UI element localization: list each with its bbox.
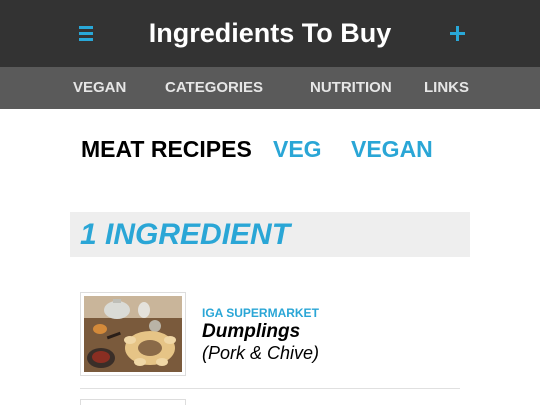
nav-item-vegan[interactable]: VEGAN (73, 67, 126, 109)
recipe-name: Dumplings (202, 321, 301, 342)
recipe-variant: (Pork & Chive) (202, 343, 320, 363)
nav-item-categories[interactable]: CATEGORIES (165, 67, 263, 109)
plus-icon[interactable] (442, 16, 472, 52)
filter-vegan[interactable]: VEGAN (351, 134, 433, 164)
next-recipe-thumbnail[interactable] (80, 399, 186, 405)
recipe-thumbnail (80, 292, 186, 376)
section-header: 1 INGREDIENT (70, 212, 470, 257)
section-title: 1 INGREDIENT (80, 218, 291, 251)
recipe-card[interactable]: IGA SUPERMARKET Dumplings (Pork & Chive) (80, 292, 460, 389)
filter-veg[interactable]: VEG (273, 134, 322, 164)
filter-meat-recipes[interactable]: MEAT RECIPES (81, 134, 252, 164)
top-app-bar: Ingredients To Buy (0, 0, 540, 67)
divider (80, 388, 460, 389)
nav-item-nutrition[interactable]: NUTRITION (310, 67, 392, 109)
app-screen: Ingredients To Buy VEGAN CATEGORIES NUTR… (0, 0, 540, 405)
category-nav: VEGAN CATEGORIES NUTRITION LINKS (0, 67, 540, 109)
nav-item-links[interactable]: LINKS (424, 67, 469, 109)
store-name: IGA SUPERMARKET (202, 306, 319, 320)
hamburger-icon[interactable] (71, 16, 101, 52)
dumplings-photo (84, 296, 182, 372)
